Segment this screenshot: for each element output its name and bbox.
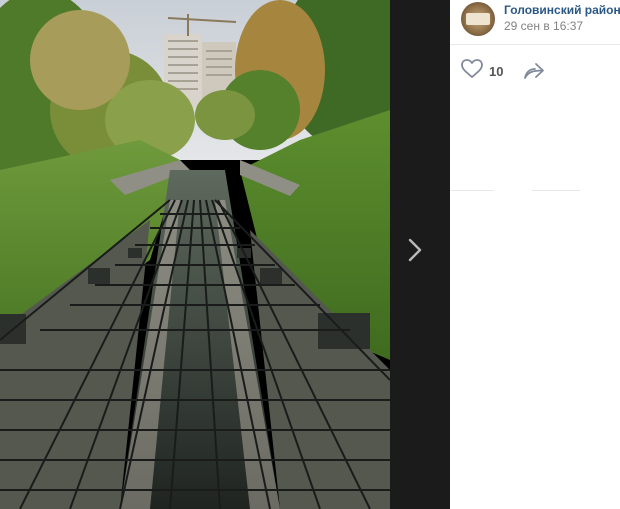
post-header: Головинский район 29 сен в 16:37 bbox=[450, 0, 620, 45]
like-button[interactable]: 10 bbox=[461, 59, 504, 83]
like-count: 10 bbox=[489, 63, 504, 79]
heart-icon bbox=[461, 59, 483, 83]
share-button[interactable] bbox=[523, 61, 545, 81]
community-avatar[interactable] bbox=[461, 2, 495, 36]
post-photo[interactable] bbox=[0, 0, 390, 509]
author-link[interactable]: Головинский район bbox=[504, 3, 620, 17]
share-arrow-icon bbox=[523, 63, 545, 85]
chevron-right-icon[interactable] bbox=[403, 234, 427, 266]
post-sidebar: Головинский район 29 сен в 16:37 10 bbox=[450, 0, 620, 509]
avatar-logo bbox=[466, 13, 490, 25]
divider bbox=[532, 190, 580, 191]
photo-viewer[interactable] bbox=[0, 0, 450, 509]
divider bbox=[450, 190, 494, 191]
post-date[interactable]: 29 сен в 16:37 bbox=[504, 19, 583, 33]
